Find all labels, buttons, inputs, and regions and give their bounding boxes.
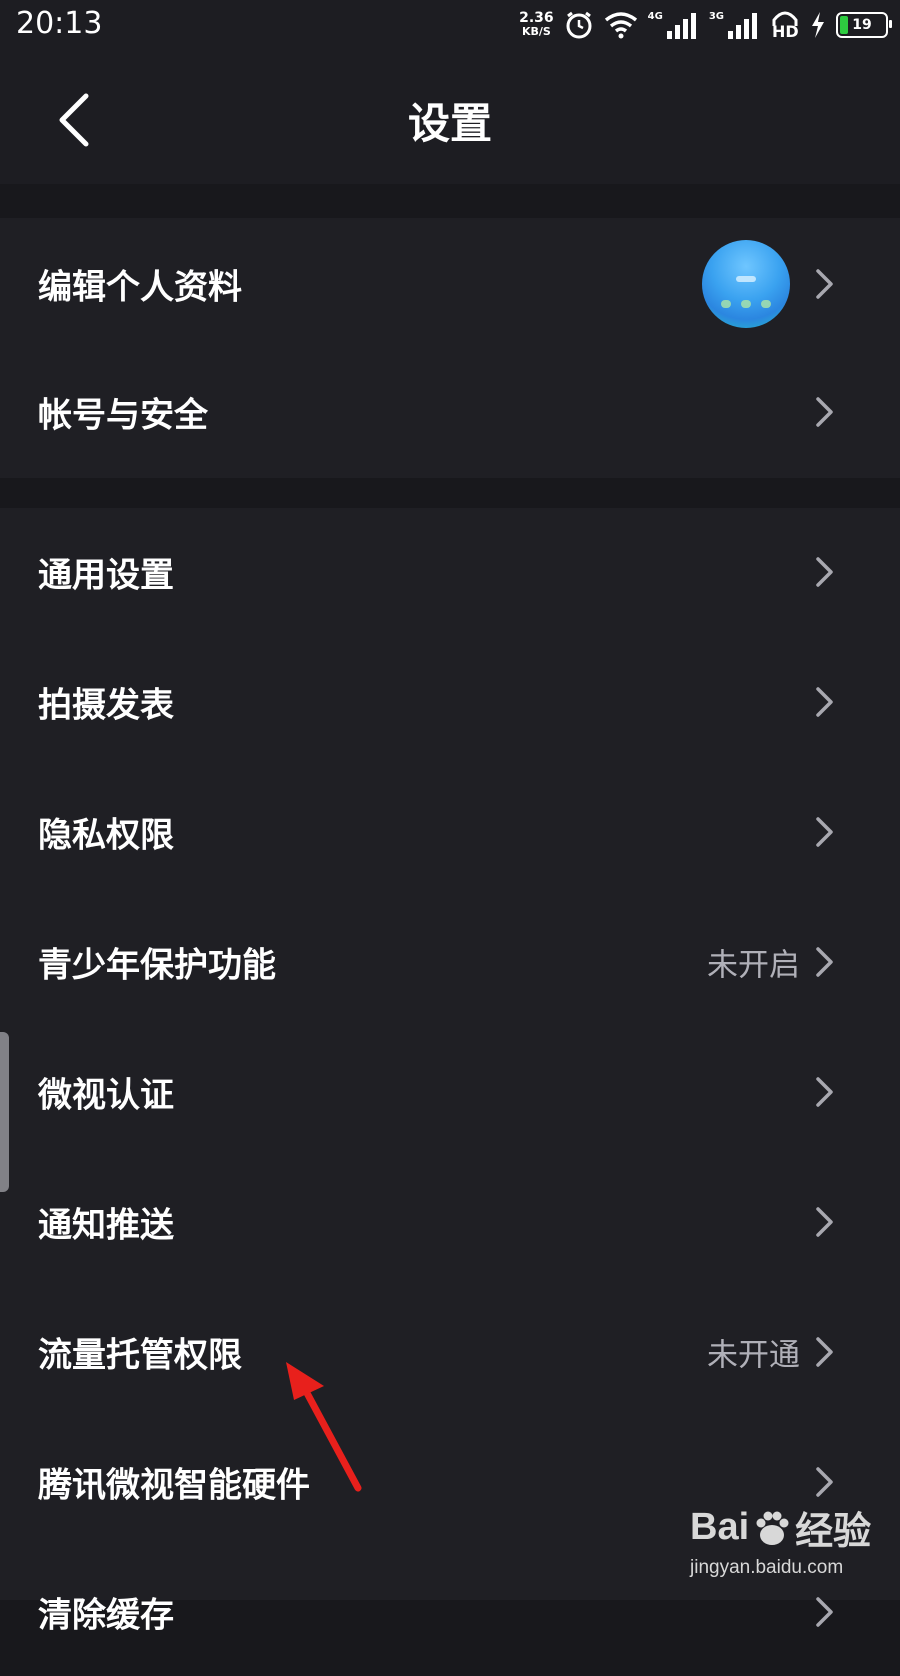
row-label: 隐私权限 <box>38 815 174 856</box>
chevron-right-icon <box>816 1597 833 1627</box>
row-label: 青少年保护功能 <box>38 945 276 986</box>
network-speed: 2.36 KB/S <box>519 11 554 39</box>
row-data-hosting[interactable]: 流量托管权限 未开通 <box>0 1288 900 1416</box>
network-label-2: 3G <box>708 10 724 22</box>
row-label: 微视认证 <box>38 1075 174 1116</box>
chevron-right-icon <box>816 1207 833 1237</box>
row-notifications[interactable]: 通知推送 <box>0 1158 900 1286</box>
settings-group-general: 通用设置 拍摄发表 隐私权限 青少年保护功能 未开启 微视认证 通知推送 流量托… <box>0 508 900 1636</box>
chevron-right-icon <box>816 947 833 977</box>
speed-unit: KB/S <box>521 25 551 38</box>
hd-label: HD <box>772 22 799 41</box>
signal-icon-1 <box>666 13 696 39</box>
section-gap <box>0 478 900 508</box>
row-label: 帐号与安全 <box>38 395 208 436</box>
battery-level: 19 <box>852 17 872 33</box>
row-edit-profile[interactable]: 编辑个人资料 <box>0 220 900 348</box>
row-label: 清除缓存 <box>38 1595 174 1636</box>
alarm-icon <box>566 11 592 39</box>
chevron-right-icon <box>816 687 833 717</box>
row-privacy-permissions[interactable]: 隐私权限 <box>0 768 900 896</box>
page-title: 设置 <box>407 99 492 148</box>
chevron-right-icon <box>816 1077 833 1107</box>
row-account-security[interactable]: 帐号与安全 <box>0 348 900 476</box>
section-gap <box>0 184 900 218</box>
wifi-icon <box>604 12 637 39</box>
watermark-brand: Bai <box>690 1506 750 1548</box>
row-shooting-publish[interactable]: 拍摄发表 <box>0 638 900 766</box>
speed-value: 2.36 <box>519 10 554 26</box>
row-label: 通用设置 <box>38 555 174 596</box>
nav-bar: 设置 <box>0 50 900 184</box>
chevron-right-icon <box>816 269 833 299</box>
avatar <box>702 240 790 328</box>
row-label: 流量托管权限 <box>38 1335 242 1376</box>
row-label: 通知推送 <box>38 1205 174 1246</box>
signal-icon-2 <box>728 13 757 39</box>
row-weishi-verification[interactable]: 微视认证 <box>0 1028 900 1156</box>
annotation-arrow-icon <box>286 1362 362 1492</box>
baidu-paw-icon <box>753 1509 791 1547</box>
row-label: 拍摄发表 <box>38 685 174 726</box>
chevron-right-icon <box>816 817 833 847</box>
row-status-value: 未开通 <box>707 1337 800 1374</box>
row-label: 编辑个人资料 <box>38 267 242 308</box>
chevron-right-icon <box>816 1467 833 1497</box>
edge-scroll-handle[interactable] <box>0 1032 9 1192</box>
baidu-jingyan-watermark: Bai 经验 jingyan.baidu.com <box>690 1500 890 1592</box>
chevron-right-icon <box>816 397 833 427</box>
status-time: 20:13 <box>16 6 103 41</box>
row-label: 腾讯微视智能硬件 <box>38 1465 310 1506</box>
status-icons: 2.36 KB/S 4G 3G HD 19 <box>519 8 892 42</box>
watermark-site: jingyan.baidu.com <box>690 1557 844 1578</box>
settings-group-profile: 编辑个人资料 帐号与安全 <box>0 218 900 478</box>
row-general-settings[interactable]: 通用设置 <box>0 508 900 636</box>
chevron-right-icon <box>816 1337 833 1367</box>
watermark-brand-suffix: 经验 <box>795 1511 872 1553</box>
battery-indicator: 19 <box>836 12 892 38</box>
row-youth-protection[interactable]: 青少年保护功能 未开启 <box>0 898 900 1026</box>
row-status-value: 未开启 <box>707 947 800 984</box>
status-bar: 20:13 2.36 KB/S 4G 3G HD 19 <box>0 0 900 50</box>
headphones-hd: HD <box>770 8 800 42</box>
network-label-1: 4G <box>647 10 663 22</box>
charging-bolt-icon <box>812 12 824 38</box>
chevron-right-icon <box>816 557 833 587</box>
